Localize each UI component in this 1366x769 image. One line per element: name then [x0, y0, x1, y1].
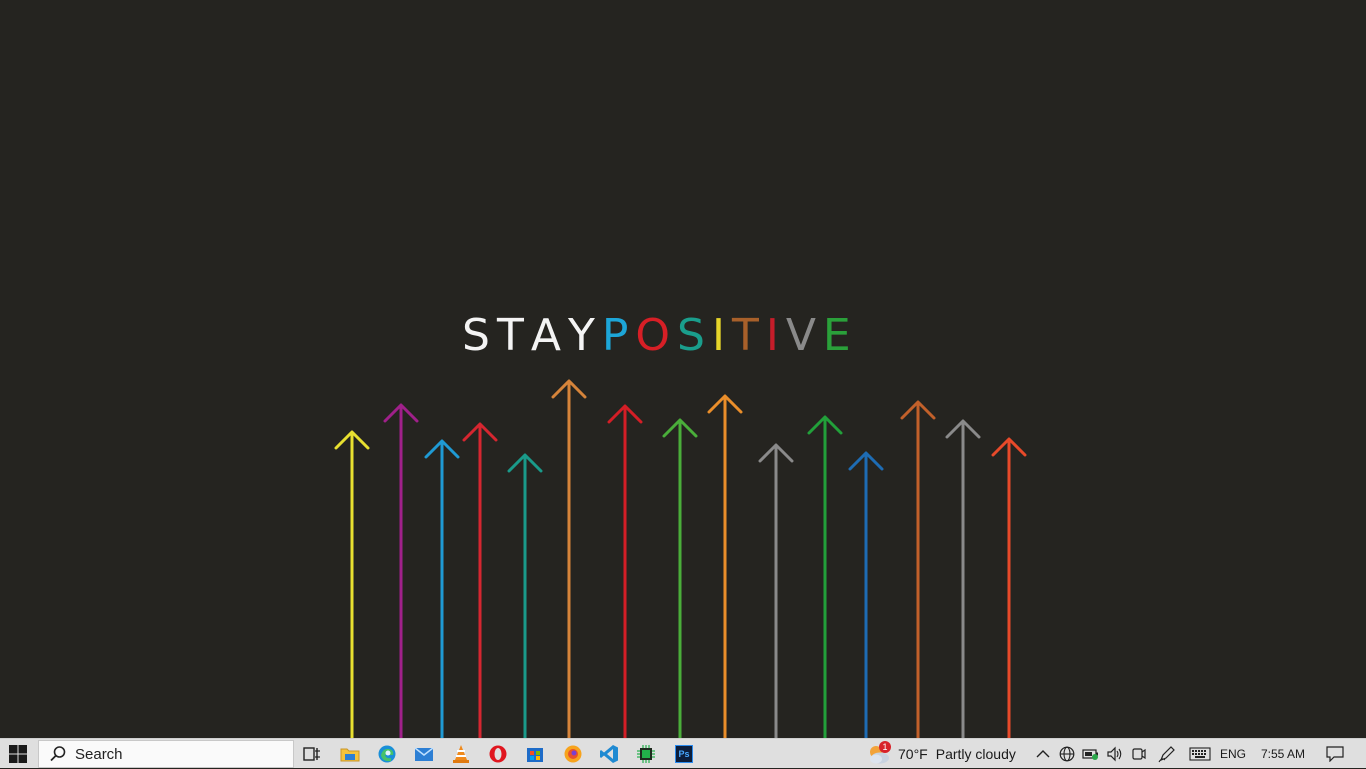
globe-icon [1059, 746, 1075, 762]
photoshop-label: Ps [678, 749, 690, 759]
mail-icon [414, 747, 434, 761]
weather-badge: 1 [879, 741, 891, 753]
opera-icon [489, 745, 507, 763]
show-hidden-icons-button[interactable] [1031, 739, 1055, 769]
file-explorer-button[interactable] [332, 739, 368, 769]
wallpaper-arrow [758, 443, 794, 738]
vlc-button[interactable] [443, 739, 479, 769]
mail-button[interactable] [406, 739, 442, 769]
title-letter: A [530, 310, 568, 361]
wallpaper-arrow [607, 404, 643, 738]
task-view-button[interactable] [294, 739, 330, 769]
start-button[interactable] [0, 739, 36, 769]
title-letter: V [785, 310, 823, 361]
edge-icon [378, 745, 396, 763]
wallpaper-arrow [848, 451, 884, 738]
wallpaper-arrow [334, 430, 370, 738]
notification-center-button[interactable] [1320, 739, 1350, 769]
title-letter: I [765, 310, 786, 361]
store-button[interactable] [517, 739, 553, 769]
network-button[interactable] [1055, 739, 1079, 769]
wallpaper-arrow [551, 379, 587, 738]
wallpaper-arrow [991, 437, 1027, 738]
weather-condition: Partly cloudy [935, 746, 1016, 762]
chevron-up-icon [1036, 750, 1050, 758]
file-explorer-icon [340, 748, 360, 762]
pen-icon [1158, 746, 1175, 763]
keyboard-icon [1189, 747, 1211, 761]
volume-icon [1107, 746, 1122, 762]
firefox-icon [564, 745, 582, 763]
volume-button[interactable] [1103, 739, 1127, 769]
weather-widget[interactable]: 1 70°F Partly cloudy [866, 739, 1026, 769]
wallpaper-arrow [707, 394, 743, 738]
wallpaper-arrows [334, 379, 1027, 738]
wallpaper-arrow [662, 418, 698, 738]
wallpaper-title: STAYPOSITIVE [462, 311, 858, 361]
title-letter: E [822, 310, 858, 361]
title-letter: I [711, 310, 732, 361]
wallpaper-arrow [900, 400, 936, 738]
input-language[interactable]: ENG [1218, 739, 1248, 769]
wallpaper-arrow [945, 419, 981, 738]
search-icon [50, 746, 66, 762]
windows-logo-icon [9, 745, 27, 763]
chip-app-icon [637, 745, 655, 763]
photoshop-button[interactable]: Ps [666, 739, 702, 769]
weather-temp: 70°F [898, 746, 928, 762]
search-input[interactable] [75, 745, 275, 763]
firefox-button[interactable] [555, 739, 591, 769]
battery-icon [1082, 749, 1098, 760]
meet-now-icon [1132, 748, 1146, 760]
wallpaper-arrow [462, 422, 498, 738]
vscode-icon [600, 745, 618, 763]
title-letter: S [462, 310, 497, 361]
title-letter: T [731, 310, 766, 361]
title-letter: T [496, 310, 531, 361]
wallpaper-arrow [383, 403, 419, 738]
wallpaper-arrow [424, 439, 460, 738]
partly-cloudy-icon: 1 [866, 741, 892, 765]
clock[interactable]: 7:55 AM [1254, 739, 1312, 769]
chip-app-button[interactable] [628, 739, 664, 769]
taskbar: Ps 1 70°F Partly cloudy [0, 738, 1366, 768]
vlc-icon [453, 745, 469, 763]
title-letter: O [635, 310, 678, 361]
pen-workspace-button[interactable] [1155, 739, 1179, 769]
touch-keyboard-button[interactable] [1186, 739, 1214, 769]
edge-button[interactable] [369, 739, 405, 769]
title-letter: S [677, 310, 712, 361]
desktop: STAYPOSITIVE [0, 0, 1366, 738]
notification-icon [1326, 746, 1344, 762]
wallpaper-arrow [807, 415, 843, 738]
opera-button[interactable] [480, 739, 516, 769]
vscode-button[interactable] [591, 739, 627, 769]
search-box[interactable] [38, 740, 294, 768]
photoshop-icon: Ps [675, 745, 693, 763]
title-letter: Y [567, 310, 602, 361]
battery-button[interactable] [1079, 739, 1103, 769]
meet-now-button[interactable] [1127, 739, 1151, 769]
task-view-icon [303, 747, 320, 761]
store-icon [527, 748, 543, 762]
title-letter: P [601, 310, 636, 361]
wallpaper-arrow [507, 453, 543, 738]
